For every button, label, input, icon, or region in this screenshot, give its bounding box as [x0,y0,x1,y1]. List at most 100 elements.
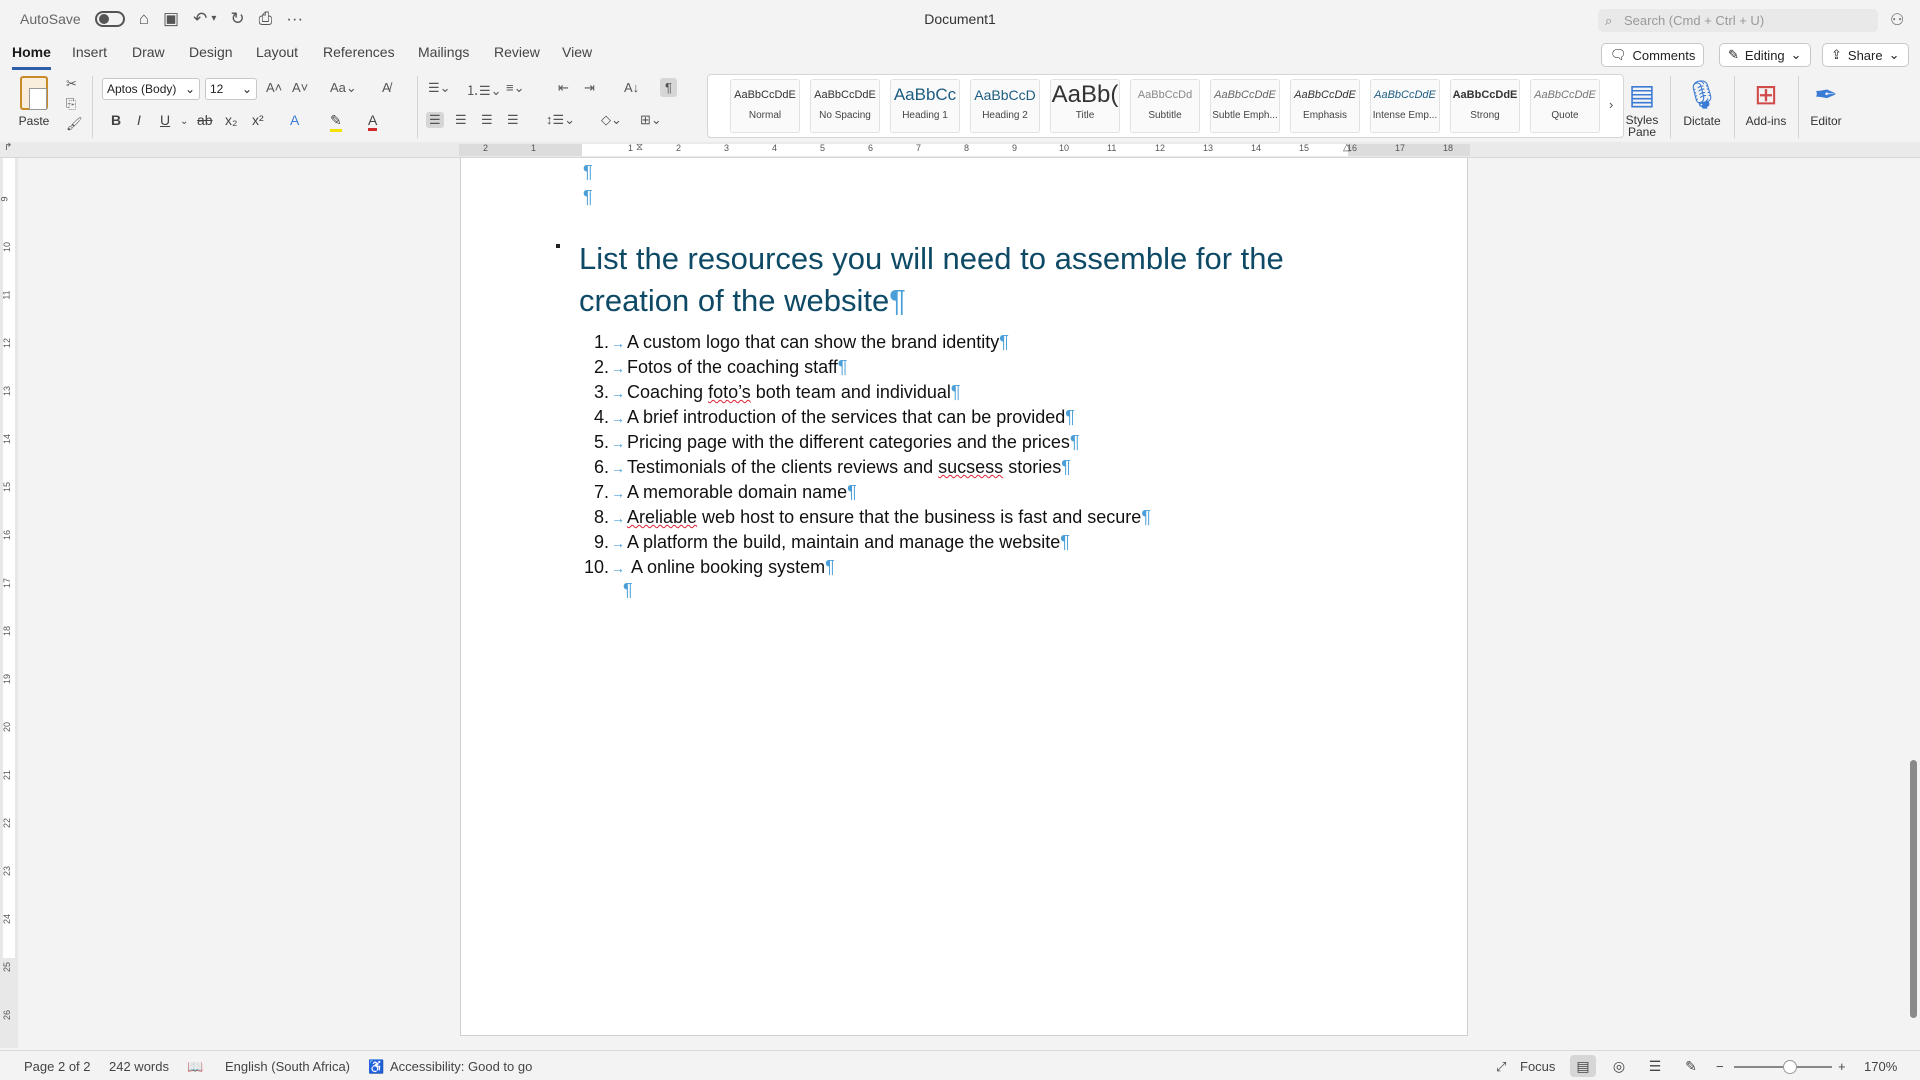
list-item[interactable]: 10. → A online booking system¶ [579,555,1459,580]
more-icon[interactable]: ··· [286,9,303,29]
list-item[interactable]: 9. → A platform the build, maintain and ma… [579,530,1459,555]
show-formatting-marks-icon[interactable]: ¶ [660,78,677,97]
dictate-button[interactable]: 🎙 Dictate [1680,76,1724,128]
tab-mailings[interactable]: Mailings [418,44,469,70]
page-count[interactable]: Page 2 of 2 [24,1059,91,1074]
empty-paragraph-mark[interactable]: ¶ [623,580,633,601]
right-indent-marker-icon[interactable]: △ [1343,142,1351,153]
increase-indent-icon[interactable]: ⇥ [584,80,595,96]
font-name-select[interactable]: Aptos (Body) ⌄ [102,78,200,100]
list-item[interactable]: 8. → Areliable web host to ensure that the… [579,505,1459,530]
tab-layout[interactable]: Layout [256,44,298,70]
home-icon[interactable]: ⌂ [139,9,149,29]
style-normal[interactable]: AaBbCcDdE Normal [730,79,800,133]
bold-icon[interactable]: B [111,112,121,128]
zoom-out-icon[interactable]: − [1716,1059,1724,1074]
highlight-icon[interactable]: ✎ [330,112,342,132]
style-strong[interactable]: AaBbCcDdE Strong [1450,79,1520,133]
style-subtle-emphasis[interactable]: AaBbCcDdE Subtle Emph... [1210,79,1280,133]
style-heading-2[interactable]: AaBbCcD Heading 2 [970,79,1040,133]
tab-insert[interactable]: Insert [72,44,107,70]
bullets-icon[interactable]: ☰⌄ [428,80,451,96]
document-page[interactable]: ¶ ¶ List the resources you will need to … [460,158,1468,1036]
tab-references[interactable]: References [323,44,395,70]
vertical-ruler[interactable]: 9 10 11 12 13 14 15 16 17 18 19 20 21 22… [0,158,18,1048]
shading-icon[interactable]: ◇⌄ [601,112,622,128]
text-effects-icon[interactable]: A [290,112,299,128]
accessibility-icon[interactable]: ♿ [368,1059,384,1075]
outline-view-icon[interactable]: ☰ [1642,1055,1668,1077]
zoom-level[interactable]: 170% [1864,1059,1897,1074]
tab-view[interactable]: View [562,44,592,70]
styles-pane-button[interactable]: ▤ Styles Pane [1624,76,1660,138]
style-quote[interactable]: AaBbCcDdE Quote [1530,79,1600,133]
change-case-icon[interactable]: Aa⌄ [330,80,357,96]
list-item[interactable]: 6. → Testimonials of the clients reviews a… [579,455,1459,480]
tab-design[interactable]: Design [189,44,233,70]
heading-paragraph[interactable]: List the resources you will need to asse… [579,238,1339,322]
word-count[interactable]: 242 words [109,1059,169,1074]
share-settings-icon[interactable]: ⚇ [1890,10,1904,30]
chevron-down-icon[interactable]: ⌄ [180,116,188,127]
list-item[interactable]: 7. → A memorable domain name¶ [579,480,1459,505]
list-item[interactable]: 3. → Coaching foto’s both team and individ… [579,380,1459,405]
misspelled-word[interactable]: sucsess [938,457,1003,477]
superscript-icon[interactable]: x² [252,112,264,128]
zoom-slider-knob[interactable] [1783,1060,1797,1074]
list-item[interactable]: 1. → A custom logo that can show the brand… [579,330,1459,355]
cut-icon[interactable]: ✂ [66,76,77,92]
draft-view-icon[interactable]: ✎ [1678,1055,1704,1077]
focus-icon[interactable]: ⤢ [1496,1059,1506,1075]
editor-button[interactable]: ✒ Editor [1806,76,1846,128]
copy-icon[interactable]: ⎘ [66,96,76,112]
save-icon[interactable]: ▣ [163,9,179,29]
format-painter-icon[interactable]: 🖌 [66,116,83,132]
font-color-icon[interactable]: A [368,112,378,131]
underline-icon[interactable]: U [160,112,170,128]
list-item[interactable]: 5. → Pricing page with the different categ… [579,430,1459,455]
style-no-spacing[interactable]: AaBbCcDdE No Spacing [810,79,880,133]
undo-dropdown-icon[interactable]: ▾ [211,9,216,29]
style-subtitle[interactable]: AaBbCcDd Subtitle [1130,79,1200,133]
justify-icon[interactable]: ☰ [507,112,519,128]
align-right-icon[interactable]: ☰ [481,112,493,128]
style-heading-1[interactable]: AaBbCc Heading 1 [890,79,960,133]
strikethrough-icon[interactable]: ab [197,112,213,128]
decrease-indent-icon[interactable]: ⇤ [558,80,569,96]
undo-icon[interactable]: ↶ [193,9,207,29]
italic-icon[interactable]: I [137,112,141,128]
multilevel-list-icon[interactable]: ≡⌄ [506,80,524,96]
align-center-icon[interactable]: ☰ [455,112,467,128]
line-spacing-icon[interactable]: ↕☰⌄ [546,112,575,128]
tab-home[interactable]: Home [12,44,51,70]
align-left-icon[interactable]: ☰ [426,112,444,128]
share-button[interactable]: ⇪ Share ⌄ [1822,43,1909,67]
redo-icon[interactable]: ↻ [230,9,244,29]
misspelled-word[interactable]: Areliable [627,507,697,527]
accessibility-status[interactable]: Accessibility: Good to go [390,1059,532,1074]
autosave-toggle[interactable] [94,11,125,27]
document-canvas[interactable]: ¶ ¶ List the resources you will need to … [18,158,1904,1038]
horizontal-ruler[interactable]: ↱ 2 1 1 2 3 4 5 6 7 8 9 10 11 12 13 14 1… [0,142,1920,158]
proofing-icon[interactable]: 📖 [187,1059,203,1075]
indent-marker-icon[interactable]: ⧖ [636,142,643,153]
clear-formatting-icon[interactable]: A̸ [382,80,391,95]
tab-draw[interactable]: Draw [132,44,165,70]
zoom-in-icon[interactable]: + [1838,1059,1846,1074]
search-input[interactable]: ⌕ Search (Cmd + Ctrl + U) [1598,9,1878,32]
empty-paragraph-mark[interactable]: ¶ [583,162,593,183]
scrollbar-thumb[interactable] [1910,760,1917,1018]
empty-paragraph-mark[interactable]: ¶ [583,187,593,208]
borders-icon[interactable]: ⊞⌄ [640,112,662,128]
font-size-select[interactable]: 12 ⌄ [205,78,257,100]
focus-button[interactable]: Focus [1520,1059,1555,1074]
add-ins-button[interactable]: ⊞ Add-ins [1743,76,1789,128]
style-emphasis[interactable]: AaBbCcDdE Emphasis [1290,79,1360,133]
list-item[interactable]: 2. → Fotos of the coaching staff¶ [579,355,1459,380]
vertical-scrollbar[interactable] [1908,158,1920,1048]
print-icon[interactable]: ⎙ [259,9,273,29]
grow-font-icon[interactable]: A˄ [266,80,282,95]
misspelled-word[interactable]: foto’s [708,382,751,402]
language-indicator[interactable]: English (South Africa) [225,1059,350,1074]
style-intense-emphasis[interactable]: AaBbCcDdE Intense Emp... [1370,79,1440,133]
